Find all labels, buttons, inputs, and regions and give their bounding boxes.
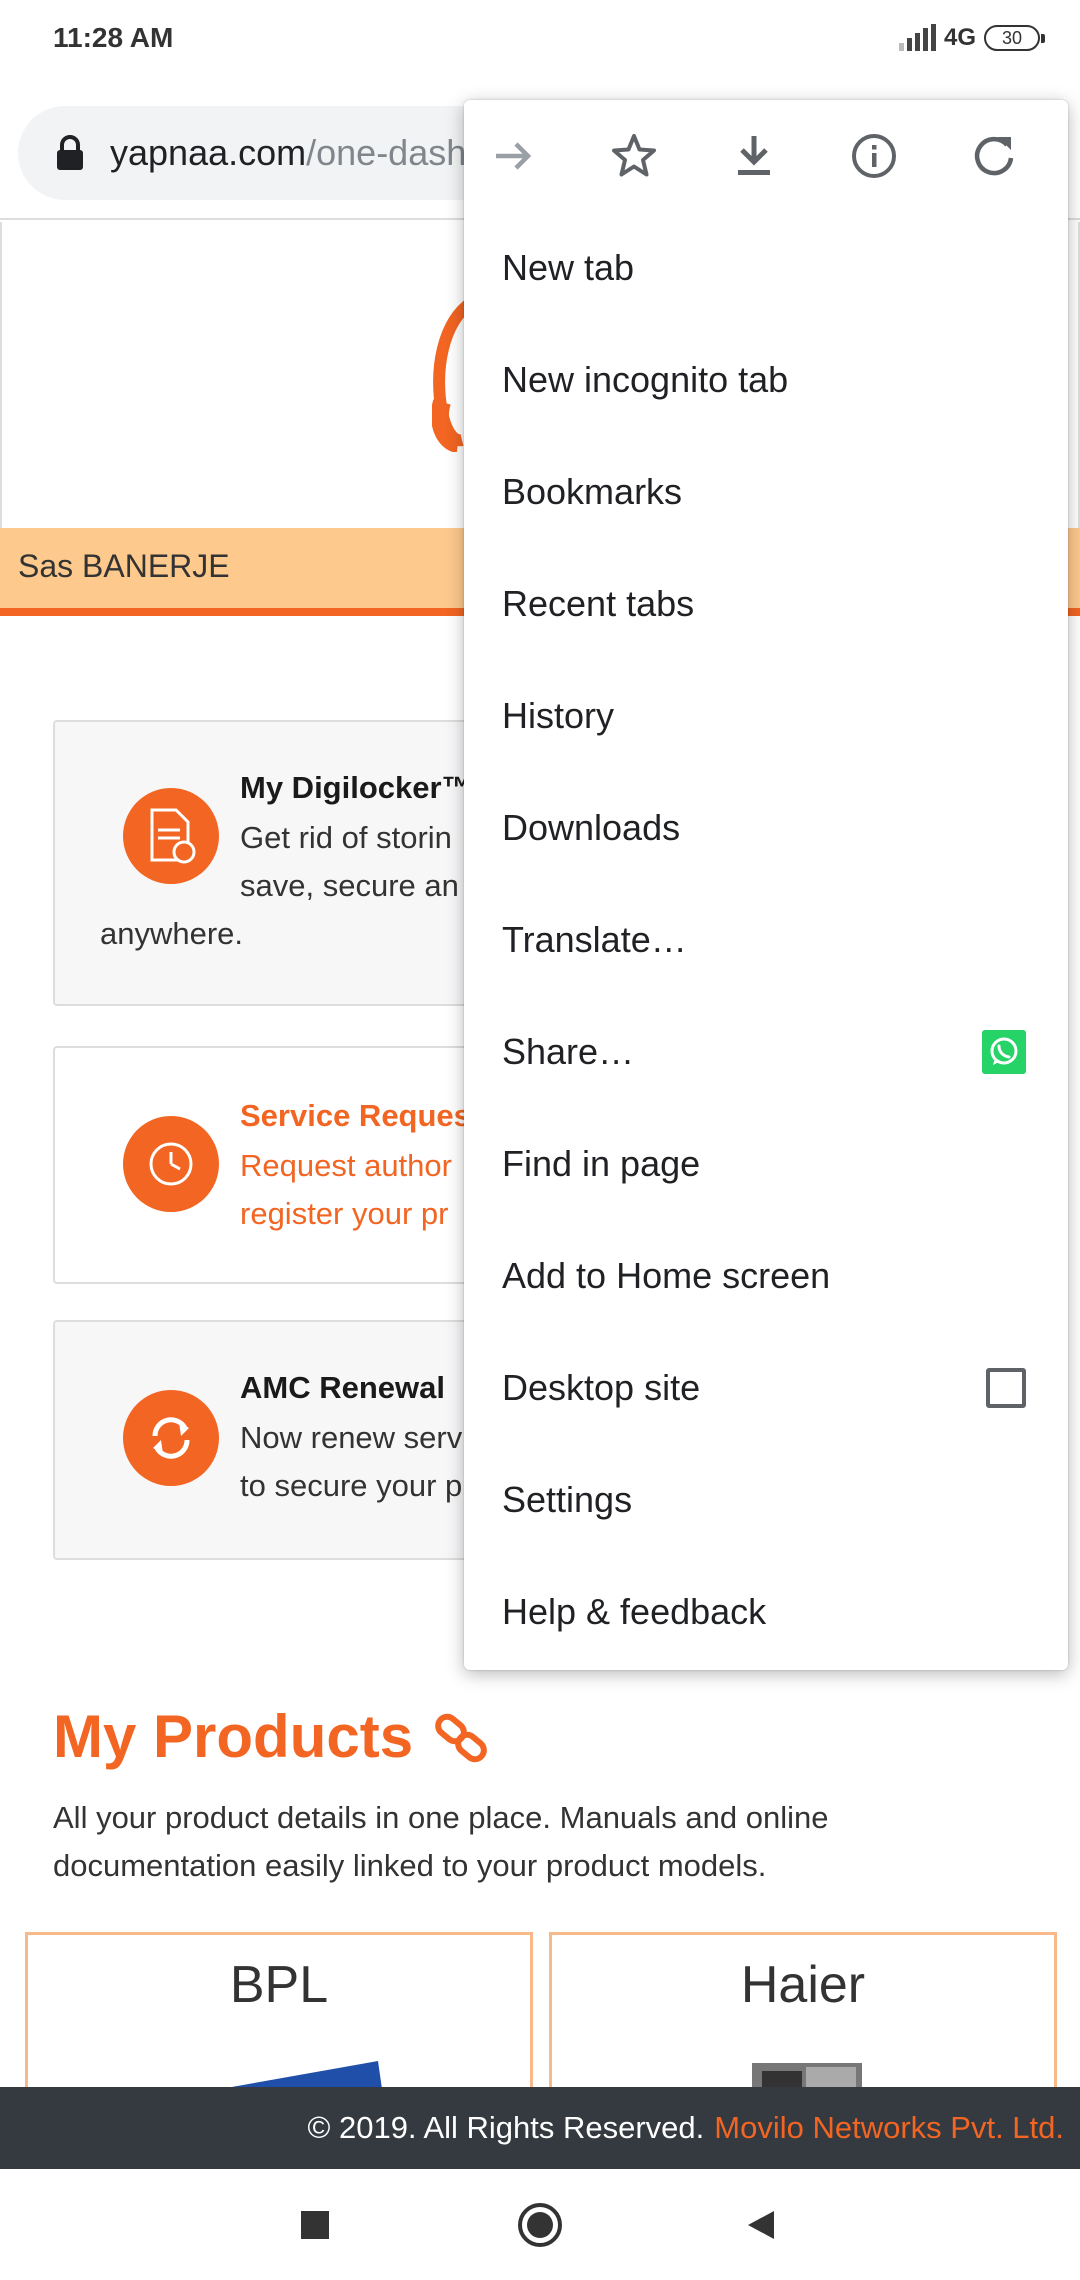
menu-item-new-tab[interactable]: New tab [464, 212, 1068, 324]
forward-button[interactable] [486, 128, 542, 184]
products-title: My Products [53, 1703, 414, 1770]
products-heading: My Products [53, 1702, 493, 1771]
menu-item-label: Translate… [502, 919, 687, 960]
menu-item-label: Settings [502, 1479, 633, 1520]
menu-item-add-to-home-screen[interactable]: Add to Home screen [464, 1220, 1068, 1332]
brand-card-haier[interactable]: Haier [549, 1932, 1057, 2092]
menu-action-row [464, 100, 1068, 212]
brand-name: BPL [229, 1956, 329, 2014]
menu-item-bookmarks[interactable]: Bookmarks [464, 436, 1068, 548]
whatsapp-icon[interactable] [982, 1030, 1026, 1074]
info-icon [852, 134, 896, 178]
download-icon [738, 136, 770, 175]
download-button[interactable] [726, 128, 782, 184]
card-title: AMC Renewal [240, 1370, 445, 1405]
brand-name: Haier [740, 1956, 866, 2014]
lock-icon [57, 135, 83, 170]
menu-item-new-incognito-tab[interactable]: New incognito tab [464, 324, 1068, 436]
card-title: Service Reques [240, 1098, 471, 1133]
products-description: All your product details in one place. M… [53, 1800, 829, 1883]
status-indicators: 4G 30 [898, 24, 1045, 52]
signal-icon [898, 24, 936, 51]
brand-card-bpl[interactable]: BPL [25, 1932, 533, 2092]
refresh-button[interactable] [966, 128, 1022, 184]
menu-item-downloads[interactable]: Downloads [464, 772, 1068, 884]
url-host: yapnaa.com [110, 132, 307, 173]
menu-item-label: Downloads [502, 807, 681, 848]
menu-item-label: Add to Home screen [502, 1255, 831, 1296]
menu-item-desktop-site[interactable]: Desktop site [464, 1332, 1068, 1444]
menu-item-history[interactable]: History [464, 660, 1068, 772]
back-button[interactable] [737, 2201, 785, 2249]
network-type: 4G [943, 24, 976, 51]
square-icon [301, 2211, 329, 2239]
document-cloud-icon [123, 788, 219, 884]
menu-item-translate[interactable]: Translate… [464, 884, 1068, 996]
desktop-site-checkbox[interactable] [986, 1368, 1026, 1408]
menu-item-label: Recent tabs [502, 583, 695, 624]
menu-item-label: Find in page [502, 1143, 701, 1184]
page-info-button[interactable] [846, 128, 902, 184]
page-footer: © 2019. All Rights Reserved. Movilo Netw… [0, 2087, 1080, 2169]
triangle-back-icon [748, 2211, 774, 2239]
recents-button[interactable] [291, 2201, 339, 2249]
bookmark-button[interactable] [606, 128, 662, 184]
home-button[interactable] [516, 2201, 564, 2249]
menu-item-label: History [502, 695, 615, 736]
url-path: /one-dash [306, 132, 467, 173]
footer-company-link[interactable]: Movilo Networks Pvt. Ltd. [714, 2110, 1064, 2146]
menu-item-recent-tabs[interactable]: Recent tabs [464, 548, 1068, 660]
footer-copyright: © 2019. All Rights Reserved. [307, 2110, 705, 2145]
forward-icon [496, 142, 532, 170]
link-icon [435, 1713, 487, 1762]
refresh-icon [974, 136, 1014, 176]
status-time: 11:28 AM [53, 22, 174, 53]
menu-item-help-feedback[interactable]: Help & feedback [464, 1556, 1068, 1668]
menu-item-label: Help & feedback [502, 1591, 767, 1632]
menu-item-share[interactable]: Share… [464, 996, 1068, 1108]
menu-item-label: Bookmarks [502, 471, 683, 512]
card-title: My Digilocker™ [240, 770, 473, 805]
menu-item-settings[interactable]: Settings [464, 1444, 1068, 1556]
browser-overflow-menu: New tab New incognito tab Bookmarks Rece… [464, 100, 1068, 1670]
system-navbar [0, 2169, 1080, 2280]
battery-icon: 30 [984, 25, 1045, 51]
star-icon [612, 134, 656, 177]
user-name: Sas BANERJE [18, 548, 230, 584]
menu-item-label: Desktop site [502, 1367, 701, 1408]
menu-item-find-in-page[interactable]: Find in page [464, 1108, 1068, 1220]
menu-item-label: New tab [502, 247, 635, 288]
battery-level: 30 [1001, 27, 1023, 48]
menu-item-label: Share… [502, 1031, 635, 1072]
renew-icon [123, 1390, 219, 1486]
circle-icon [518, 2203, 562, 2247]
clock-hand-icon [123, 1116, 219, 1212]
status-bar: 11:28 AM 4G 30 [0, 0, 1080, 84]
menu-item-label: New incognito tab [502, 359, 789, 400]
